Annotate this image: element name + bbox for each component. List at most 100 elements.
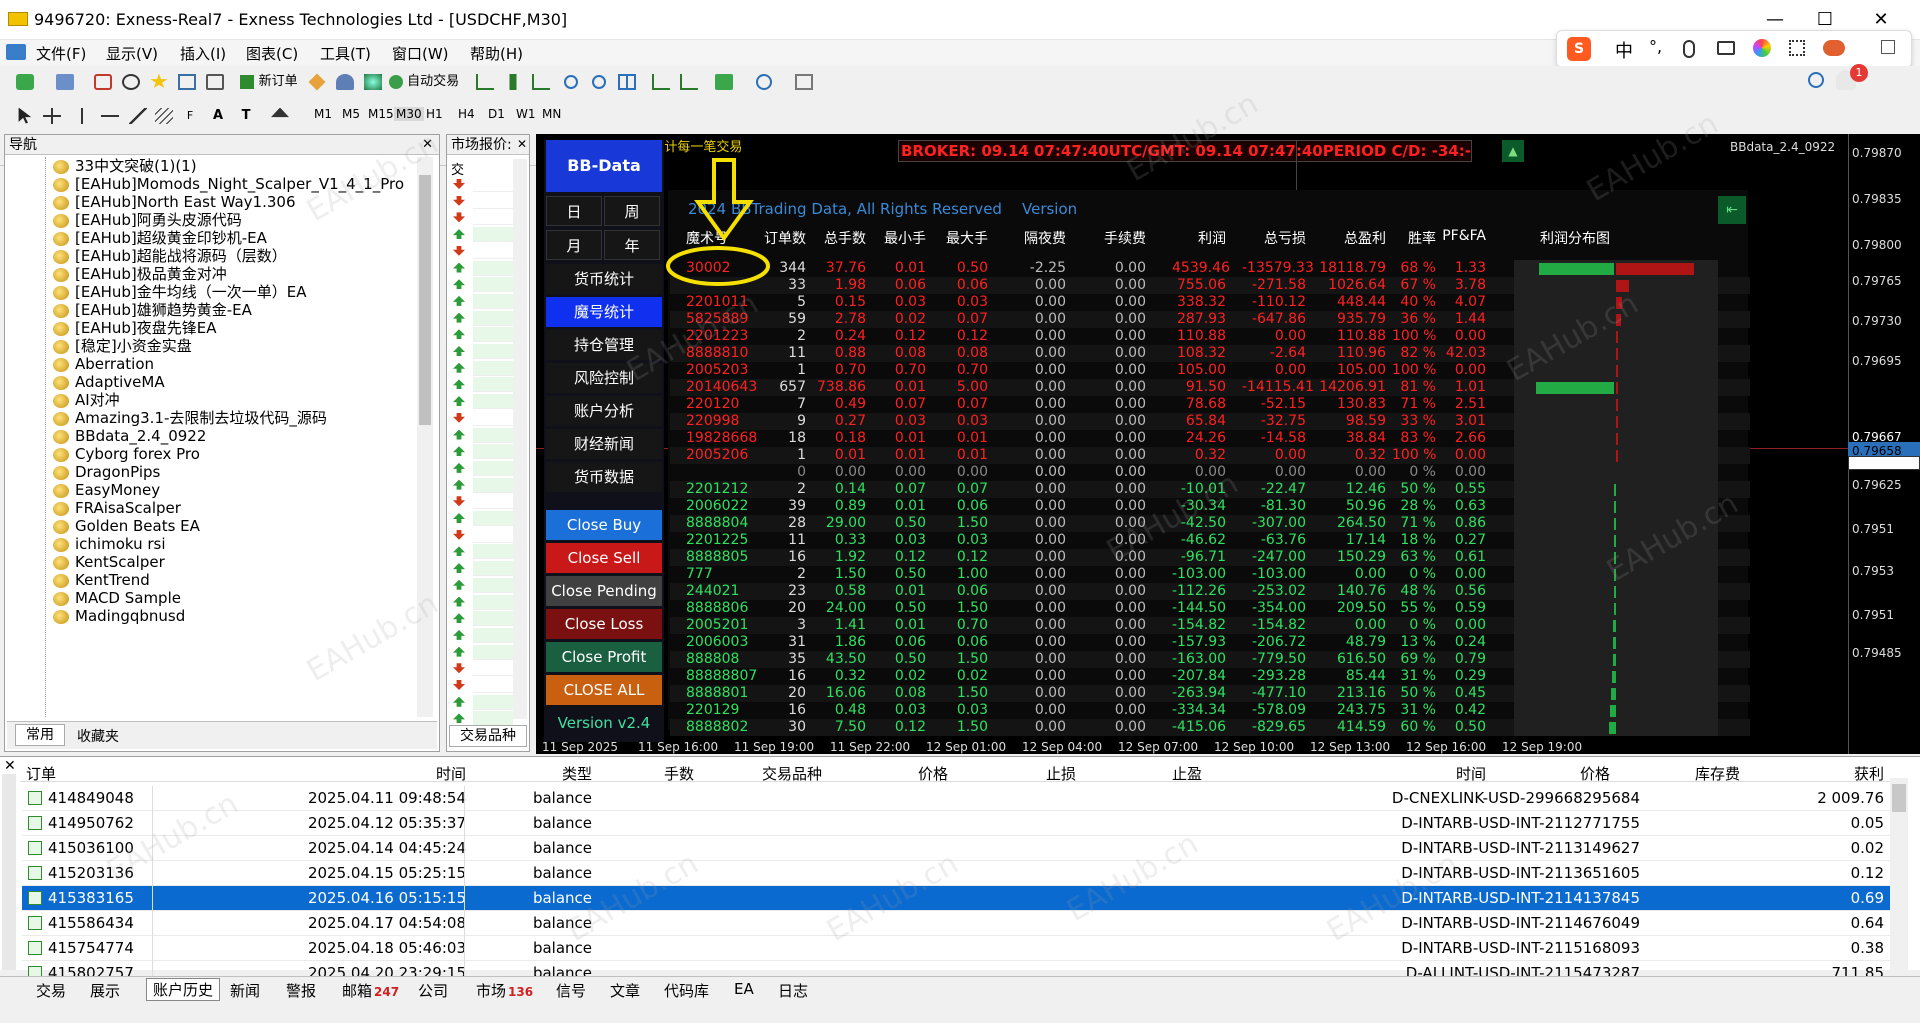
- stats-row[interactable]: 244021 23 0.58 0.01 0.06 0.00 0.00 -112.26 -253.…: [670, 583, 1750, 600]
- market-watch-scrollbar[interactable]: [513, 159, 527, 719]
- terminal-tab[interactable]: 交易: [36, 980, 66, 1001]
- tab-symbols[interactable]: 交易品种: [449, 725, 527, 747]
- menu-view[interactable]: 显示(V): [106, 43, 158, 64]
- auto-trading-button[interactable]: 自动交易: [386, 70, 462, 94]
- market-watch-row[interactable]: [473, 227, 513, 243]
- stats-row[interactable]: 2201223 2 0.24 0.12 0.12 0.00 0.00 110.88 0.00 11…: [670, 328, 1750, 345]
- navigator-item[interactable]: EasyMoney: [53, 481, 160, 499]
- menu-charts[interactable]: 图表(C): [246, 43, 298, 64]
- market-watch-row[interactable]: [473, 394, 513, 410]
- stats-row[interactable]: 8888805 16 1.92 0.12 0.12 0.00 0.00 -96.71 -247.…: [670, 549, 1750, 566]
- navigator-item[interactable]: [EAHub]North East Way1.306: [53, 193, 296, 211]
- market-watch-row[interactable]: [473, 561, 513, 577]
- market-watch-row[interactable]: [473, 293, 513, 309]
- navigator-item[interactable]: AI对冲: [53, 391, 120, 409]
- navigator-item[interactable]: 33中文突破(1)(1): [53, 157, 197, 175]
- tab-favorites[interactable]: 收藏夹: [77, 726, 119, 746]
- history-row[interactable]: 415383165 2025.04.16 05:15:15 balance D-INT…: [22, 886, 1890, 911]
- position-management-button[interactable]: 持仓管理: [546, 330, 662, 360]
- menu-insert[interactable]: 插入(I): [180, 43, 226, 64]
- navigator-item[interactable]: [EAHub]超能战将源码（层数）: [53, 247, 287, 265]
- stats-row[interactable]: 5825889 59 2.78 0.02 0.07 0.00 0.00 287.93 -647.…: [670, 311, 1750, 328]
- terminal-tab[interactable]: 代码库: [664, 980, 709, 1001]
- market-watch-row[interactable]: [473, 210, 513, 226]
- signals-button[interactable]: [332, 70, 358, 94]
- history-row[interactable]: 415586434 2025.04.17 04:54:08 balance D-INT…: [22, 911, 1890, 936]
- market-watch-row[interactable]: [473, 544, 513, 560]
- market-watch-row[interactable]: [473, 177, 513, 192]
- navigator-item[interactable]: [EAHub]阿勇头皮源代码: [53, 211, 242, 229]
- new-order-button[interactable]: 新订单: [236, 70, 302, 94]
- timeframe-h1[interactable]: H1: [426, 107, 443, 121]
- market-watch-row[interactable]: [473, 310, 513, 326]
- navigator-item[interactable]: MACD Sample: [53, 589, 181, 607]
- market-watch-row[interactable]: [473, 594, 513, 610]
- microphone-icon[interactable]: [1683, 40, 1695, 58]
- terminal-column-header[interactable]: 止损: [956, 763, 1076, 784]
- terminal-tab[interactable]: EA: [734, 980, 754, 998]
- navigator-item[interactable]: KentTrend: [53, 571, 150, 589]
- history-row[interactable]: 415203136 2025.04.15 05:25:15 balance D-INT…: [22, 861, 1890, 886]
- terminal-column-header[interactable]: 价格: [828, 763, 948, 784]
- history-row[interactable]: 415036100 2025.04.14 04:45:24 balance D-INT…: [22, 836, 1890, 861]
- skin-icon[interactable]: [1753, 39, 1771, 57]
- community-button[interactable]: [360, 70, 386, 94]
- ime-menu-icon[interactable]: [1881, 40, 1895, 54]
- market-watch-row[interactable]: [473, 577, 513, 593]
- timeframe-mn[interactable]: MN: [542, 107, 561, 121]
- stats-row[interactable]: 220120 7 0.49 0.07 0.07 0.00 0.00 78.68 -52.15 13…: [670, 396, 1750, 413]
- market-watch-row[interactable]: [473, 694, 513, 710]
- fibonacci-button[interactable]: F: [178, 104, 202, 128]
- timeframe-m30[interactable]: M30: [394, 107, 424, 121]
- market-watch-row[interactable]: [473, 444, 513, 460]
- account-analysis-button[interactable]: 账户分析: [546, 396, 662, 426]
- navigator-item[interactable]: [EAHub]金牛均线（一次一单）EA: [53, 283, 307, 301]
- terminal-column-header[interactable]: 手数: [574, 763, 694, 784]
- market-watch-row[interactable]: [473, 243, 513, 259]
- text-label-button[interactable]: T: [234, 104, 258, 128]
- minimize-button[interactable]: —: [1760, 8, 1790, 32]
- period-month-button[interactable]: 月: [546, 230, 602, 260]
- magic-stats-button[interactable]: 魔号统计: [546, 297, 662, 327]
- navigator-button[interactable]: [146, 70, 172, 94]
- new-chart-button[interactable]: [8, 70, 42, 94]
- chart-shift-button[interactable]: [648, 70, 674, 94]
- history-row[interactable]: 414849048 2025.04.11 09:48:54 balance D-CNE…: [22, 786, 1890, 811]
- terminal-tab[interactable]: 展示: [90, 980, 120, 1001]
- candlestick-button[interactable]: [500, 70, 526, 94]
- terminal-tab[interactable]: 警报: [286, 980, 316, 1001]
- navigator-item[interactable]: [EAHub]极品黄金对冲: [53, 265, 227, 283]
- menu-window[interactable]: 窗口(W): [392, 43, 449, 64]
- history-row[interactable]: 414950762 2025.04.12 05:35:37 balance D-INT…: [22, 811, 1890, 836]
- channel-button[interactable]: [152, 104, 176, 128]
- navigator-item[interactable]: [EAHub]超级黄金印钞机-EA: [53, 229, 267, 247]
- strategy-tester-button[interactable]: [202, 70, 228, 94]
- terminal-tab[interactable]: 市场 136: [476, 980, 533, 1001]
- terminal-column-header[interactable]: 订单: [26, 763, 56, 784]
- stats-row[interactable]: 8888804 28 29.00 0.50 1.50 0.00 0.00 -42.50 -307…: [670, 515, 1750, 532]
- close-profit-button[interactable]: Close Profit: [546, 642, 662, 672]
- period-week-button[interactable]: 周: [604, 196, 660, 226]
- terminal-column-header[interactable]: 时间: [1366, 763, 1486, 784]
- stats-row[interactable]: 8888802 30 7.50 0.12 1.50 0.00 0.00 -415.06 -829…: [670, 719, 1750, 736]
- close-button[interactable]: ✕: [1866, 8, 1896, 32]
- stats-row[interactable]: 777 2 1.50 0.50 1.00 0.00 0.00 -103.00 -103.00 0.…: [670, 566, 1750, 583]
- close-buy-button[interactable]: Close Buy: [546, 510, 662, 540]
- market-watch-row[interactable]: [473, 360, 513, 376]
- navigator-item[interactable]: Aberration: [53, 355, 154, 373]
- market-watch-row[interactable]: [473, 260, 513, 276]
- timeframe-w1[interactable]: W1: [516, 107, 536, 121]
- terminal-column-header[interactable]: 价格: [1490, 763, 1610, 784]
- market-watch-row[interactable]: [473, 427, 513, 443]
- stats-row[interactable]: 0 0.00 0.00 0.00 0.00 0.00 0.00 0.00 0.00 0 % 0.00: [670, 464, 1750, 481]
- stats-row[interactable]: 2005201 3 1.41 0.01 0.70 0.00 0.00 -154.82 -154.…: [670, 617, 1750, 634]
- stats-row[interactable]: 2006022 39 0.89 0.01 0.06 0.00 0.00 -30.34 -81.3…: [670, 498, 1750, 515]
- navigator-item[interactable]: AdaptiveMA: [53, 373, 165, 391]
- close-all-button[interactable]: CLOSE ALL: [546, 675, 662, 705]
- market-watch-row[interactable]: [473, 460, 513, 476]
- market-watch-row[interactable]: [473, 277, 513, 293]
- keyboard-icon[interactable]: [1717, 41, 1735, 55]
- tab-common[interactable]: 常用: [15, 724, 65, 746]
- terminal-tab[interactable]: 公司: [418, 980, 448, 1001]
- navigator-close-icon[interactable]: ✕: [422, 137, 433, 152]
